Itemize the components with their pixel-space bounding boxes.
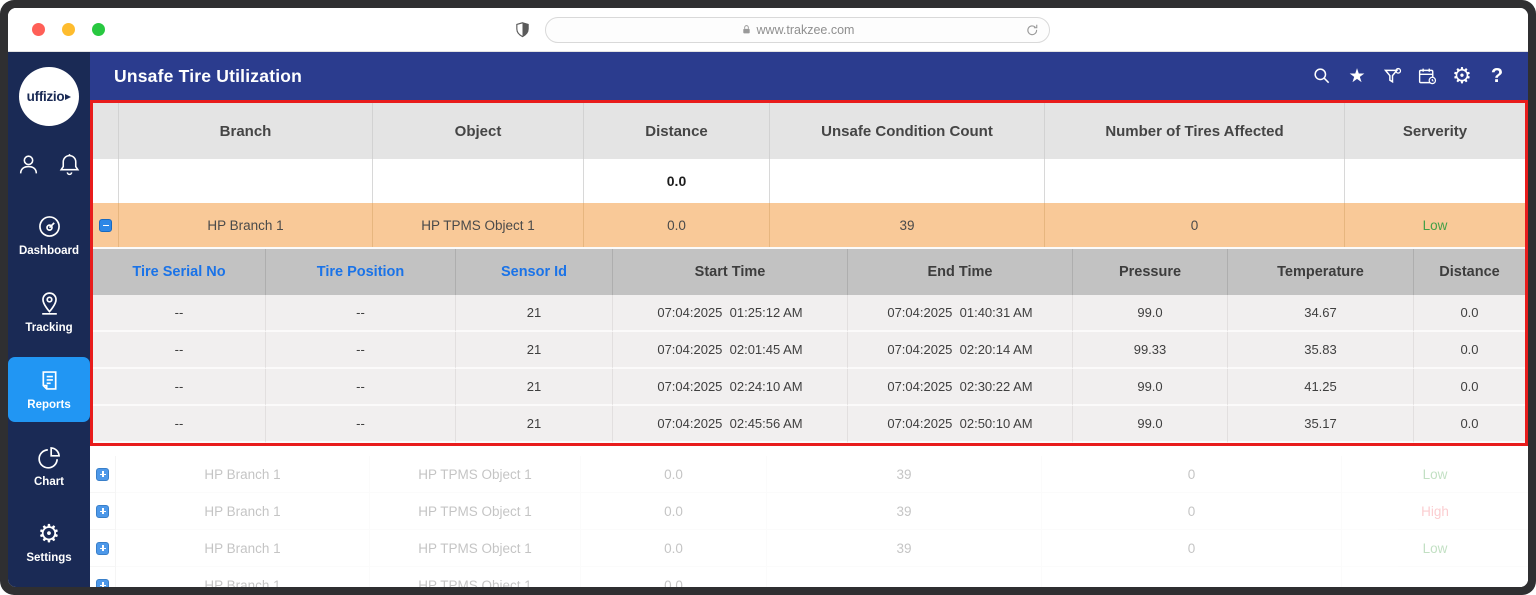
expander-column-header — [93, 103, 119, 159]
detail-header-start-time[interactable]: Start Time — [613, 249, 848, 295]
window-controls — [32, 23, 105, 36]
collapse-button[interactable] — [99, 218, 112, 232]
expand-button[interactable] — [96, 504, 109, 518]
report-content: Branch Object Distance Unsafe Condition … — [90, 100, 1528, 587]
severity-badge: Low — [1342, 530, 1528, 567]
settings-gear-icon: ⚙ — [37, 520, 61, 548]
fullscreen-button[interactable] — [92, 23, 105, 36]
column-header-object[interactable]: Object — [373, 103, 584, 159]
detail-row: -- -- 21 07:04:2025 02:24:10 AM 07:04:20… — [93, 369, 1525, 406]
help-icon[interactable]: ? — [1486, 65, 1508, 87]
expand-button[interactable] — [96, 467, 109, 481]
dashboard-gauge-icon — [36, 213, 63, 240]
detail-table-header: Tire Serial No Tire Position Sensor Id S… — [93, 247, 1525, 295]
detail-header-end-time[interactable]: End Time — [848, 249, 1073, 295]
collapsed-rows-section: HP Branch 1 HP TPMS Object 1 0.0 39 0 Lo… — [90, 446, 1528, 587]
tracking-pin-icon — [36, 290, 63, 317]
collapsed-row[interactable]: HP Branch 1 HP TPMS Object 1 0.0 — [90, 567, 1528, 587]
sidebar-item-reports[interactable]: Reports — [8, 357, 90, 422]
sidebar-item-label: Reports — [27, 399, 71, 411]
sidebar-item-label: Settings — [26, 552, 72, 564]
sidebar-item-dashboard[interactable]: Dashboard — [8, 203, 90, 268]
notifications-bell-icon[interactable] — [57, 152, 82, 177]
logo-text: uffizio — [26, 89, 65, 104]
pie-chart-icon — [36, 444, 63, 471]
search-icon[interactable] — [1311, 65, 1333, 87]
expand-button[interactable] — [96, 541, 109, 555]
favorites-star-icon[interactable]: ★ — [1346, 65, 1368, 87]
detail-header-tire-position[interactable]: Tire Position — [266, 249, 456, 295]
detail-header-sensor-id[interactable]: Sensor Id — [456, 249, 613, 295]
column-header-unsafe-condition-count[interactable]: Unsafe Condition Count — [770, 103, 1045, 159]
distance-cell: 0.0 — [584, 203, 770, 247]
totals-row: 0.0 — [93, 159, 1525, 203]
column-header-severity[interactable]: Serverity — [1345, 103, 1525, 159]
scheduled-reports-calendar-icon[interactable] — [1416, 65, 1438, 87]
unsafe-condition-count-cell: 39 — [770, 203, 1045, 247]
highlighted-region: Branch Object Distance Unsafe Condition … — [90, 100, 1528, 446]
detail-header-tire-serial-no[interactable]: Tire Serial No — [93, 249, 266, 295]
detail-header-temperature[interactable]: Temperature — [1228, 249, 1414, 295]
uffizio-logo: uffizio — [19, 67, 79, 126]
privacy-shield-icon[interactable] — [514, 20, 531, 39]
detail-header-pressure[interactable]: Pressure — [1073, 249, 1228, 295]
severity-badge: Low — [1342, 456, 1528, 493]
close-button[interactable] — [32, 23, 45, 36]
sidebar-item-settings[interactable]: ⚙ Settings — [8, 511, 90, 575]
app-header: Unsafe Tire Utilization ★ ⚙ ? — [90, 52, 1528, 100]
settings-gear-icon[interactable]: ⚙ — [1451, 63, 1473, 88]
report-table-header: Branch Object Distance Unsafe Condition … — [93, 103, 1525, 159]
severity-badge — [1342, 567, 1528, 587]
object-cell: HP TPMS Object 1 — [373, 203, 584, 247]
expand-button[interactable] — [96, 578, 109, 587]
expanded-row[interactable]: HP Branch 1 HP TPMS Object 1 0.0 39 0 Lo… — [93, 203, 1525, 247]
screen-frame: www.trakzee.com uffizio Dashboard Tracki… — [0, 0, 1536, 595]
column-header-tires-affected[interactable]: Number of Tires Affected — [1045, 103, 1345, 159]
reload-icon[interactable] — [1025, 23, 1040, 38]
collapsed-row[interactable]: HP Branch 1 HP TPMS Object 1 0.0 39 0 Lo… — [90, 530, 1528, 567]
severity-badge: Low — [1422, 217, 1448, 233]
column-header-branch[interactable]: Branch — [119, 103, 373, 159]
browser-window: www.trakzee.com uffizio Dashboard Tracki… — [8, 8, 1528, 587]
severity-badge: High — [1342, 493, 1528, 530]
sidebar-item-label: Dashboard — [18, 245, 80, 257]
branch-cell: HP Branch 1 — [119, 203, 373, 247]
minimize-button[interactable] — [62, 23, 75, 36]
url-text: www.trakzee.com — [756, 22, 855, 37]
sidebar-item-label: Chart — [33, 476, 65, 488]
address-bar[interactable]: www.trakzee.com — [545, 16, 1050, 43]
sidebar: uffizio Dashboard Tracking Reports Chart… — [8, 52, 90, 587]
detail-row: -- -- 21 07:04:2025 01:25:12 AM 07:04:20… — [93, 295, 1525, 332]
sidebar-item-tracking[interactable]: Tracking — [8, 280, 90, 345]
column-header-distance[interactable]: Distance — [584, 103, 770, 159]
browser-chrome: www.trakzee.com — [8, 8, 1528, 52]
page-title: Unsafe Tire Utilization — [114, 65, 303, 86]
sidebar-item-chart[interactable]: Chart — [8, 434, 90, 499]
tires-affected-cell: 0 — [1045, 203, 1345, 247]
detail-header-distance[interactable]: Distance — [1414, 249, 1525, 295]
detail-row: -- -- 21 07:04:2025 02:01:45 AM 07:04:20… — [93, 332, 1525, 369]
lock-icon — [741, 23, 752, 36]
reports-document-icon — [36, 367, 63, 394]
sidebar-item-label: Tracking — [25, 322, 73, 334]
collapsed-row[interactable]: HP Branch 1 HP TPMS Object 1 0.0 39 0 Lo… — [90, 456, 1528, 493]
detail-row: -- -- 21 07:04:2025 02:45:56 AM 07:04:20… — [93, 406, 1525, 443]
user-icon[interactable] — [16, 152, 41, 177]
filter-icon[interactable] — [1381, 65, 1403, 87]
collapsed-row[interactable]: HP Branch 1 HP TPMS Object 1 0.0 39 0 Hi… — [90, 493, 1528, 530]
total-distance: 0.0 — [584, 159, 770, 203]
